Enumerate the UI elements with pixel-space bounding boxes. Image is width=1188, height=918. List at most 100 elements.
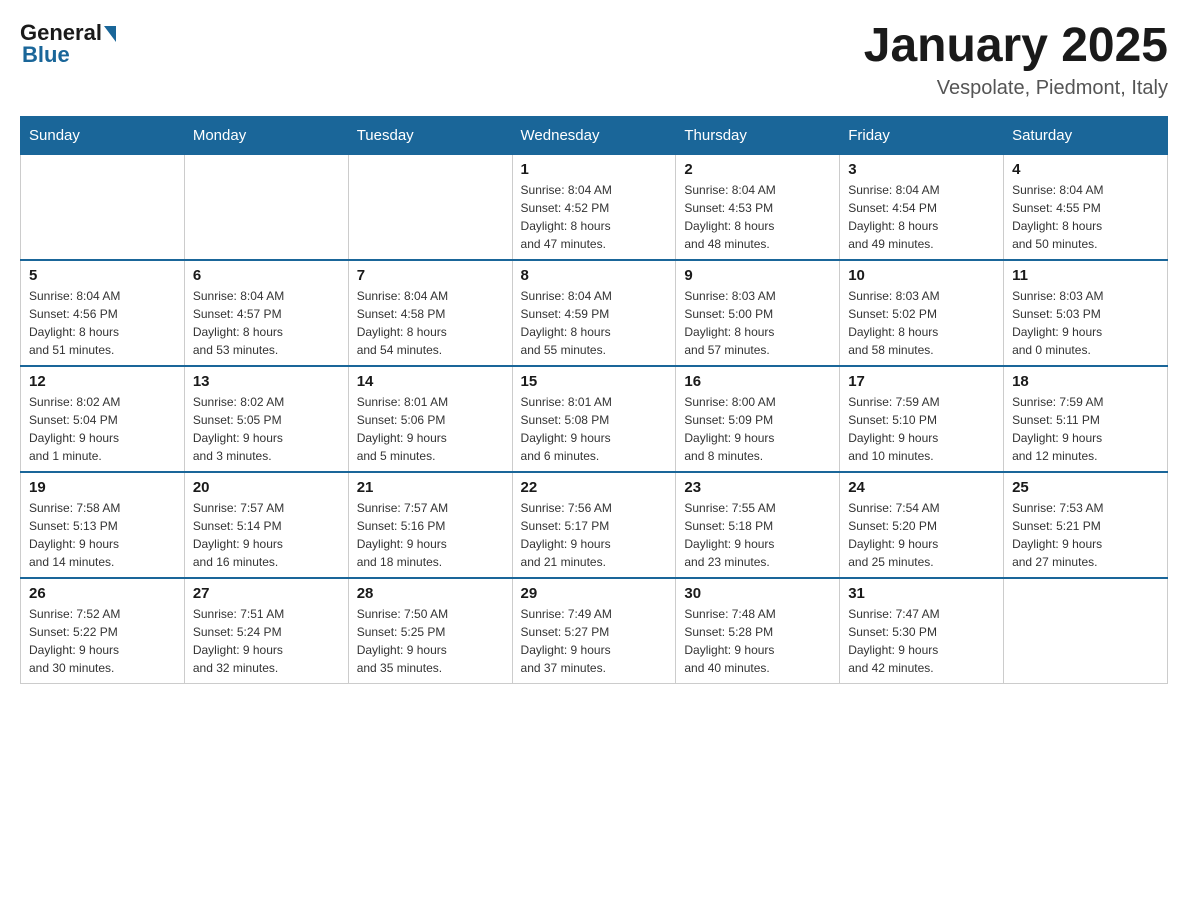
calendar-day-cell: 28 Sunrise: 7:50 AM Sunset: 5:25 PM Dayli… bbox=[348, 578, 512, 684]
day-of-week-header: Saturday bbox=[1004, 116, 1168, 154]
day-number: 13 bbox=[193, 373, 340, 390]
calendar-day-cell bbox=[184, 154, 348, 260]
calendar-day-cell bbox=[1004, 578, 1168, 684]
day-of-week-header: Thursday bbox=[676, 116, 840, 154]
day-number: 24 bbox=[848, 479, 995, 496]
calendar-header-row: SundayMondayTuesdayWednesdayThursdayFrid… bbox=[21, 116, 1168, 154]
day-info: Sunrise: 8:00 AM Sunset: 5:09 PM Dayligh… bbox=[684, 393, 831, 465]
day-of-week-header: Sunday bbox=[21, 116, 185, 154]
calendar-day-cell: 4 Sunrise: 8:04 AM Sunset: 4:55 PM Daylig… bbox=[1004, 154, 1168, 260]
day-info: Sunrise: 8:04 AM Sunset: 4:56 PM Dayligh… bbox=[29, 287, 176, 359]
calendar-day-cell: 16 Sunrise: 8:00 AM Sunset: 5:09 PM Dayli… bbox=[676, 366, 840, 472]
day-info: Sunrise: 8:04 AM Sunset: 4:54 PM Dayligh… bbox=[848, 181, 995, 253]
day-number: 29 bbox=[521, 585, 668, 602]
calendar-day-cell: 31Sunrise: 7:47 AM Sunset: 5:30 PM Dayli… bbox=[840, 578, 1004, 684]
day-number: 15 bbox=[521, 373, 668, 390]
day-number: 5 bbox=[29, 267, 176, 284]
calendar-day-cell: 29 Sunrise: 7:49 AM Sunset: 5:27 PM Dayli… bbox=[512, 578, 676, 684]
day-info: Sunrise: 7:58 AM Sunset: 5:13 PM Dayligh… bbox=[29, 499, 176, 571]
day-number: 18 bbox=[1012, 373, 1159, 390]
day-info: Sunrise: 7:54 AM Sunset: 5:20 PM Dayligh… bbox=[848, 499, 995, 571]
day-info: Sunrise: 8:03 AM Sunset: 5:03 PM Dayligh… bbox=[1012, 287, 1159, 359]
day-info: Sunrise: 8:04 AM Sunset: 4:57 PM Dayligh… bbox=[193, 287, 340, 359]
calendar-day-cell: 15 Sunrise: 8:01 AM Sunset: 5:08 PM Dayli… bbox=[512, 366, 676, 472]
calendar-day-cell: 23Sunrise: 7:55 AM Sunset: 5:18 PM Dayli… bbox=[676, 472, 840, 578]
title-section: January 2025 Vespolate, Piedmont, Italy bbox=[864, 20, 1168, 100]
day-info: Sunrise: 7:47 AM Sunset: 5:30 PM Dayligh… bbox=[848, 605, 995, 677]
day-number: 2 bbox=[684, 161, 831, 178]
day-info: Sunrise: 7:59 AM Sunset: 5:11 PM Dayligh… bbox=[1012, 393, 1159, 465]
day-info: Sunrise: 7:51 AM Sunset: 5:24 PM Dayligh… bbox=[193, 605, 340, 677]
day-info: Sunrise: 7:53 AM Sunset: 5:21 PM Dayligh… bbox=[1012, 499, 1159, 571]
day-info: Sunrise: 7:52 AM Sunset: 5:22 PM Dayligh… bbox=[29, 605, 176, 677]
calendar-week-row: 12 Sunrise: 8:02 AM Sunset: 5:04 PM Dayli… bbox=[21, 366, 1168, 472]
day-number: 28 bbox=[357, 585, 504, 602]
calendar-day-cell: 11 Sunrise: 8:03 AM Sunset: 5:03 PM Dayli… bbox=[1004, 260, 1168, 366]
calendar-day-cell: 9 Sunrise: 8:03 AM Sunset: 5:00 PM Daylig… bbox=[676, 260, 840, 366]
day-info: Sunrise: 7:55 AM Sunset: 5:18 PM Dayligh… bbox=[684, 499, 831, 571]
calendar-day-cell: 25 Sunrise: 7:53 AM Sunset: 5:21 PM Dayli… bbox=[1004, 472, 1168, 578]
calendar-day-cell: 5 Sunrise: 8:04 AM Sunset: 4:56 PM Daylig… bbox=[21, 260, 185, 366]
calendar-day-cell bbox=[348, 154, 512, 260]
calendar-day-cell: 18 Sunrise: 7:59 AM Sunset: 5:11 PM Dayli… bbox=[1004, 366, 1168, 472]
day-number: 12 bbox=[29, 373, 176, 390]
calendar-day-cell: 1 Sunrise: 8:04 AM Sunset: 4:52 PM Daylig… bbox=[512, 154, 676, 260]
calendar-day-cell: 8Sunrise: 8:04 AM Sunset: 4:59 PM Daylig… bbox=[512, 260, 676, 366]
day-info: Sunrise: 7:50 AM Sunset: 5:25 PM Dayligh… bbox=[357, 605, 504, 677]
day-number: 11 bbox=[1012, 267, 1159, 284]
day-of-week-header: Friday bbox=[840, 116, 1004, 154]
day-info: Sunrise: 8:01 AM Sunset: 5:08 PM Dayligh… bbox=[521, 393, 668, 465]
day-of-week-header: Wednesday bbox=[512, 116, 676, 154]
day-info: Sunrise: 8:02 AM Sunset: 5:05 PM Dayligh… bbox=[193, 393, 340, 465]
page-header: General Blue January 2025 Vespolate, Pie… bbox=[20, 20, 1168, 100]
logo-arrow-icon bbox=[104, 26, 116, 42]
calendar-day-cell: 21 Sunrise: 7:57 AM Sunset: 5:16 PM Dayli… bbox=[348, 472, 512, 578]
day-info: Sunrise: 8:04 AM Sunset: 4:53 PM Dayligh… bbox=[684, 181, 831, 253]
day-number: 21 bbox=[357, 479, 504, 496]
day-info: Sunrise: 7:57 AM Sunset: 5:14 PM Dayligh… bbox=[193, 499, 340, 571]
calendar-table: SundayMondayTuesdayWednesdayThursdayFrid… bbox=[20, 116, 1168, 684]
calendar-day-cell: 14 Sunrise: 8:01 AM Sunset: 5:06 PM Dayli… bbox=[348, 366, 512, 472]
day-info: Sunrise: 8:04 AM Sunset: 4:52 PM Dayligh… bbox=[521, 181, 668, 253]
calendar-day-cell: 26 Sunrise: 7:52 AM Sunset: 5:22 PM Dayli… bbox=[21, 578, 185, 684]
calendar-day-cell: 13 Sunrise: 8:02 AM Sunset: 5:05 PM Dayli… bbox=[184, 366, 348, 472]
calendar-day-cell: 19Sunrise: 7:58 AM Sunset: 5:13 PM Dayli… bbox=[21, 472, 185, 578]
calendar-week-row: 26 Sunrise: 7:52 AM Sunset: 5:22 PM Dayli… bbox=[21, 578, 1168, 684]
day-number: 20 bbox=[193, 479, 340, 496]
day-number: 16 bbox=[684, 373, 831, 390]
day-number: 3 bbox=[848, 161, 995, 178]
calendar-day-cell: 24 Sunrise: 7:54 AM Sunset: 5:20 PM Dayli… bbox=[840, 472, 1004, 578]
day-info: Sunrise: 7:57 AM Sunset: 5:16 PM Dayligh… bbox=[357, 499, 504, 571]
day-number: 7 bbox=[357, 267, 504, 284]
day-number: 26 bbox=[29, 585, 176, 602]
calendar-day-cell: 3 Sunrise: 8:04 AM Sunset: 4:54 PM Daylig… bbox=[840, 154, 1004, 260]
day-number: 25 bbox=[1012, 479, 1159, 496]
day-number: 30 bbox=[684, 585, 831, 602]
calendar-day-cell: 7Sunrise: 8:04 AM Sunset: 4:58 PM Daylig… bbox=[348, 260, 512, 366]
day-info: Sunrise: 7:59 AM Sunset: 5:10 PM Dayligh… bbox=[848, 393, 995, 465]
calendar-week-row: 19Sunrise: 7:58 AM Sunset: 5:13 PM Dayli… bbox=[21, 472, 1168, 578]
logo-blue-text: Blue bbox=[22, 42, 116, 68]
day-number: 4 bbox=[1012, 161, 1159, 178]
calendar-week-row: 5 Sunrise: 8:04 AM Sunset: 4:56 PM Daylig… bbox=[21, 260, 1168, 366]
day-number: 27 bbox=[193, 585, 340, 602]
calendar-day-cell: 20 Sunrise: 7:57 AM Sunset: 5:14 PM Dayli… bbox=[184, 472, 348, 578]
calendar-subtitle: Vespolate, Piedmont, Italy bbox=[864, 77, 1168, 100]
day-of-week-header: Monday bbox=[184, 116, 348, 154]
day-info: Sunrise: 7:49 AM Sunset: 5:27 PM Dayligh… bbox=[521, 605, 668, 677]
day-number: 9 bbox=[684, 267, 831, 284]
calendar-title: January 2025 bbox=[864, 20, 1168, 73]
day-info: Sunrise: 8:03 AM Sunset: 5:02 PM Dayligh… bbox=[848, 287, 995, 359]
day-info: Sunrise: 8:02 AM Sunset: 5:04 PM Dayligh… bbox=[29, 393, 176, 465]
day-number: 1 bbox=[521, 161, 668, 178]
day-number: 6 bbox=[193, 267, 340, 284]
calendar-day-cell: 6 Sunrise: 8:04 AM Sunset: 4:57 PM Daylig… bbox=[184, 260, 348, 366]
day-info: Sunrise: 8:04 AM Sunset: 4:55 PM Dayligh… bbox=[1012, 181, 1159, 253]
day-info: Sunrise: 8:04 AM Sunset: 4:59 PM Dayligh… bbox=[521, 287, 668, 359]
calendar-day-cell: 17Sunrise: 7:59 AM Sunset: 5:10 PM Dayli… bbox=[840, 366, 1004, 472]
calendar-day-cell: 12 Sunrise: 8:02 AM Sunset: 5:04 PM Dayli… bbox=[21, 366, 185, 472]
day-info: Sunrise: 8:01 AM Sunset: 5:06 PM Dayligh… bbox=[357, 393, 504, 465]
calendar-week-row: 1 Sunrise: 8:04 AM Sunset: 4:52 PM Daylig… bbox=[21, 154, 1168, 260]
day-number: 14 bbox=[357, 373, 504, 390]
day-info: Sunrise: 8:03 AM Sunset: 5:00 PM Dayligh… bbox=[684, 287, 831, 359]
